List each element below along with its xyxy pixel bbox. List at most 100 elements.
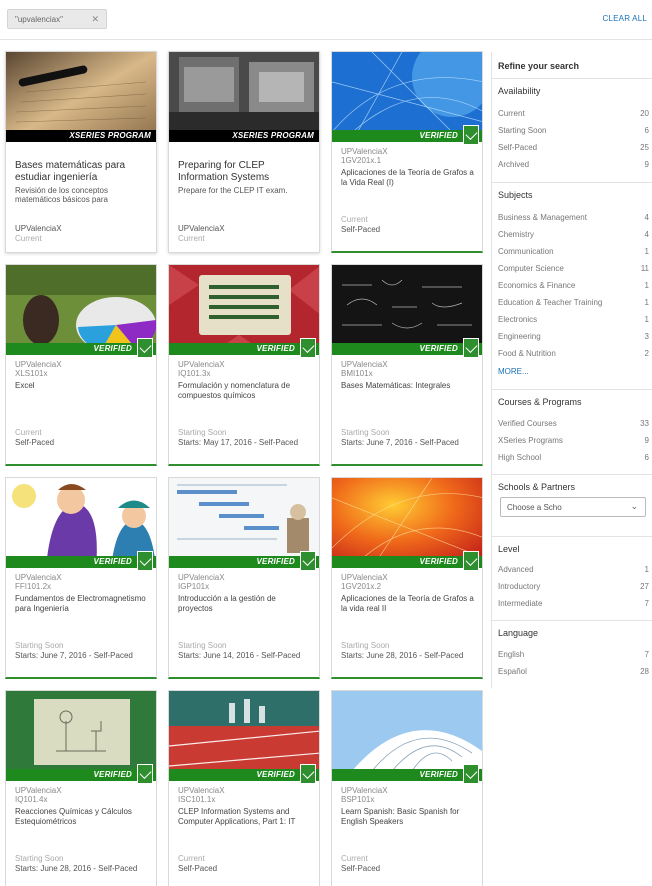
course-card[interactable]: VERIFIED UPValenciaX FFI101.2x Fundament… [5, 477, 157, 679]
course-code: IGP101x [178, 582, 210, 591]
course-card[interactable]: VERIFIED UPValenciaX BSP101x Learn Spani… [331, 690, 483, 886]
course-pace: Self-Paced [341, 225, 381, 234]
facet-option[interactable]: Engineering 3 [498, 332, 649, 346]
facet-option[interactable]: Introductory 27 [498, 582, 649, 596]
verified-band: VERIFIED [169, 556, 319, 568]
course-title[interactable]: Reacciones Químicas y Cálculos Estequiom… [15, 807, 148, 827]
facet-option[interactable]: Starting Soon 6 [498, 126, 649, 140]
verified-check-icon [463, 764, 479, 784]
facet-title: Language [498, 628, 539, 638]
course-code: XLS101x [15, 369, 48, 378]
facet-option[interactable]: Advanced 1 [498, 565, 649, 579]
course-card[interactable]: VERIFIED UPValenciaX IQ101.3x Formulació… [168, 264, 320, 466]
course-title[interactable]: Preparing for CLEP Information Systems [178, 160, 311, 184]
verified-check-icon [463, 338, 479, 358]
course-title[interactable]: Introducción a la gestión de proyectos [178, 594, 311, 614]
course-pace: Starts: May 17, 2016 - Self-Paced [178, 438, 299, 447]
verified-check-icon [300, 338, 316, 358]
course-code: IQ101.4x [15, 795, 48, 804]
course-title[interactable]: Excel [15, 381, 148, 391]
close-icon[interactable]: ✕ [91, 14, 99, 25]
band-label: XSERIES PROGRAM [232, 131, 314, 140]
course-title[interactable]: Formulación y nomenclatura de compuestos… [178, 381, 311, 401]
facet-option[interactable]: High School 6 [498, 453, 649, 467]
course-org: UPValenciaX [178, 360, 225, 369]
facet-option[interactable]: Education & Teacher Training 1 [498, 298, 649, 312]
facet-option[interactable]: Archived 9 [498, 160, 649, 174]
course-card[interactable]: VERIFIED UPValenciaX ISC101.1x CLEP Info… [168, 690, 320, 886]
course-title[interactable]: Bases Matemáticas: Integrales [341, 381, 474, 391]
course-org: UPValenciaX [178, 573, 225, 582]
verified-band: VERIFIED [332, 556, 482, 568]
facet-option[interactable]: Economics & Finance 1 [498, 281, 649, 295]
course-card[interactable]: XSERIES PROGRAM Bases matemáticas para e… [5, 51, 157, 253]
facet-option[interactable]: XSeries Programs 9 [498, 436, 649, 450]
course-status: Starting Soon [341, 641, 390, 650]
verified-check-icon [463, 551, 479, 571]
facet-title: Courses & Programs [498, 397, 582, 407]
facet-title: Schools & Partners [498, 482, 576, 492]
course-card[interactable]: VERIFIED UPValenciaX BMI101x Bases Matem… [331, 264, 483, 466]
refine-search-sidebar: Refine your search Availability Current 2… [491, 52, 652, 688]
verified-band: VERIFIED [332, 343, 482, 355]
band-label: VERIFIED [419, 770, 458, 779]
course-description: Revisión de los conceptos matemáticos bá… [15, 186, 108, 204]
course-code: BSP101x [341, 795, 375, 804]
course-org: UPValenciaX [15, 786, 62, 795]
verified-check-icon [300, 551, 316, 571]
course-status: Starting Soon [178, 641, 227, 650]
band-label: VERIFIED [419, 344, 458, 353]
course-title[interactable]: Learn Spanish: Basic Spanish for English… [341, 807, 474, 827]
facet-option[interactable]: Current 20 [498, 109, 649, 123]
course-image [6, 478, 156, 568]
facet-option[interactable]: Food & Nutrition 2 [498, 349, 649, 363]
verified-band: VERIFIED [6, 769, 156, 781]
facet-option[interactable]: Español 28 [498, 667, 649, 681]
facet-option[interactable]: English 7 [498, 650, 649, 664]
facet-option[interactable]: Communication 1 [498, 247, 649, 261]
facet-title: Subjects [498, 190, 533, 200]
course-org: UPValenciaX [178, 224, 225, 233]
course-card[interactable]: VERIFIED UPValenciaX XLS101x Excel Curre… [5, 264, 157, 466]
facet-option[interactable]: Chemistry 4 [498, 230, 649, 244]
facet-option[interactable]: Computer Science 11 [498, 264, 649, 278]
course-code: FFI101.2x [15, 582, 52, 591]
band-label: VERIFIED [256, 557, 295, 566]
course-title[interactable]: Bases matemáticas para estudiar ingenier… [15, 160, 148, 184]
course-title[interactable]: Aplicaciones de la Teoría de Grafos a la… [341, 594, 474, 614]
verified-band: VERIFIED [6, 343, 156, 355]
course-pace: Starts: June 14, 2016 - Self-Paced [178, 651, 301, 660]
band-label: VERIFIED [93, 344, 132, 353]
facet-option[interactable]: Business & Management 4 [498, 213, 649, 227]
course-title[interactable]: CLEP Information Systems and Computer Ap… [178, 807, 311, 827]
course-org: UPValenciaX [15, 360, 62, 369]
course-card[interactable]: VERIFIED UPValenciaX 1GV201x.1 Aplicacio… [331, 51, 483, 253]
course-image [169, 265, 319, 355]
band-label: VERIFIED [419, 131, 458, 140]
clear-all-link[interactable]: CLEAR ALL [603, 14, 648, 23]
course-status: Starting Soon [15, 854, 64, 863]
course-title[interactable]: Fundamentos de Electromagnetismo para In… [15, 594, 148, 614]
course-description: Prepare for the CLEP IT exam. [178, 186, 288, 195]
course-pace: Self-Paced [15, 438, 55, 447]
course-card[interactable]: VERIFIED UPValenciaX IQ101.4x Reacciones… [5, 690, 157, 886]
course-org: UPValenciaX [341, 573, 388, 582]
verified-check-icon [137, 338, 153, 358]
course-status: Current [15, 428, 42, 437]
course-card[interactable]: XSERIES PROGRAM Preparing for CLEP Infor… [168, 51, 320, 253]
more-subjects-link[interactable]: MORE... [498, 367, 529, 376]
facet-option[interactable]: Self-Paced 25 [498, 143, 649, 157]
course-card[interactable]: VERIFIED UPValenciaX 1GV201x.2 Aplicacio… [331, 477, 483, 679]
course-pace: Starts: June 28, 2016 - Self-Paced [341, 651, 464, 660]
course-pace: Self-Paced [178, 864, 218, 873]
facet-option[interactable]: Electronics 1 [498, 315, 649, 329]
schools-select[interactable]: Choose a Scho ⌄ [500, 497, 646, 517]
facet-courses-programs: Courses & Programs Verified Courses 33 XS… [492, 389, 652, 474]
course-title[interactable]: Aplicaciones de la Teoría de Grafos a la… [341, 168, 474, 188]
filter-chip-label: "upvalenciax" [15, 14, 63, 24]
facet-option[interactable]: Intermediate 7 [498, 599, 649, 613]
course-card[interactable]: VERIFIED UPValenciaX IGP101x Introducció… [168, 477, 320, 679]
facet-option[interactable]: Verified Courses 33 [498, 419, 649, 433]
search-filter-chip[interactable]: "upvalenciax" ✕ [7, 9, 107, 29]
xseries-band: XSERIES PROGRAM [169, 130, 319, 142]
